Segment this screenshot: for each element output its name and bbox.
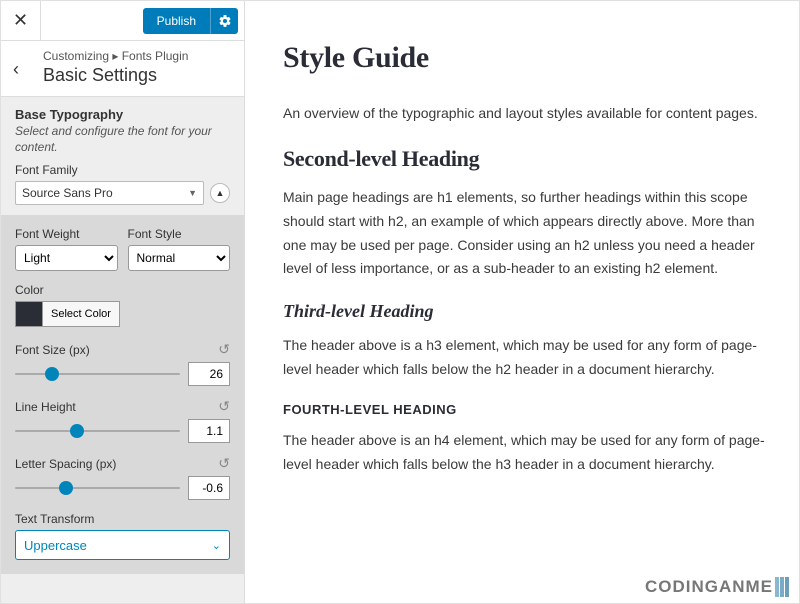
- breadcrumb: ‹ Customizing ▸ Fonts Plugin Basic Setti…: [1, 41, 244, 97]
- line-height-slider[interactable]: [15, 430, 180, 432]
- back-button[interactable]: ‹: [13, 49, 37, 80]
- select-color-button[interactable]: Select Color: [43, 301, 120, 327]
- text-transform-value: Uppercase: [24, 538, 87, 553]
- letter-spacing-label: Letter Spacing (px): [15, 457, 116, 471]
- color-swatch[interactable]: [15, 301, 43, 327]
- customizer-sidebar: ✕ Publish ‹ Customizing ▸ Fonts Plugin B…: [1, 1, 245, 603]
- base-typography-section: Base Typography Select and configure the…: [1, 97, 244, 215]
- publish-button[interactable]: Publish: [143, 8, 210, 34]
- line-height-input[interactable]: [188, 419, 230, 443]
- breadcrumb-path: Customizing ▸ Fonts Plugin: [43, 49, 232, 63]
- letter-spacing-slider[interactable]: [15, 487, 180, 489]
- preview-p4: The header above is an h4 element, which…: [283, 429, 769, 477]
- watermark-bars-icon: [775, 577, 789, 597]
- font-size-slider[interactable]: [15, 373, 180, 375]
- font-size-input[interactable]: [188, 362, 230, 386]
- preview-pane: Style Guide An overview of the typograph…: [245, 1, 799, 603]
- text-transform-label: Text Transform: [15, 512, 230, 526]
- font-size-label: Font Size (px): [15, 343, 90, 357]
- reset-icon[interactable]: ↺: [218, 398, 230, 415]
- gear-icon: [218, 14, 232, 28]
- section-description: Select and configure the font for your c…: [15, 124, 230, 155]
- font-family-label: Font Family: [15, 163, 230, 177]
- font-style-select[interactable]: Normal: [128, 245, 231, 271]
- line-height-label: Line Height: [15, 400, 76, 414]
- page-title: Basic Settings: [43, 65, 232, 86]
- preview-intro: An overview of the typographic and layou…: [283, 103, 769, 124]
- collapse-button[interactable]: ▲: [210, 183, 230, 203]
- preview-h1: Style Guide: [283, 41, 769, 75]
- reset-icon[interactable]: ↺: [218, 341, 230, 358]
- text-transform-select[interactable]: Uppercase ⌄: [15, 530, 230, 560]
- section-heading: Base Typography: [15, 107, 230, 122]
- settings-button[interactable]: [210, 8, 238, 34]
- font-weight-select[interactable]: Light: [15, 245, 118, 271]
- preview-p3: The header above is a h3 element, which …: [283, 334, 769, 382]
- letter-spacing-input[interactable]: [188, 476, 230, 500]
- preview-h3: Third-level Heading: [283, 301, 769, 322]
- watermark: CODINGANME: [645, 577, 789, 597]
- reset-icon[interactable]: ↺: [218, 455, 230, 472]
- font-family-select[interactable]: Source Sans Pro ▼: [15, 181, 204, 205]
- chevron-down-icon: ⌄: [212, 539, 221, 552]
- watermark-text: CODINGANME: [645, 577, 773, 597]
- chevron-up-icon: ▲: [216, 188, 225, 198]
- preview-h2: Second-level Heading: [283, 146, 769, 172]
- chevron-down-icon: ▼: [188, 188, 197, 198]
- preview-h4: Fourth-Level Heading: [283, 402, 769, 417]
- close-button[interactable]: ✕: [1, 1, 41, 41]
- color-label: Color: [15, 283, 230, 297]
- advanced-panel: Font Weight Light Font Style Normal Colo…: [1, 215, 244, 574]
- topbar: ✕ Publish: [1, 1, 244, 41]
- font-family-value: Source Sans Pro: [22, 186, 113, 200]
- font-weight-label: Font Weight: [15, 227, 118, 241]
- preview-p2: Main page headings are h1 elements, so f…: [283, 186, 769, 281]
- font-style-label: Font Style: [128, 227, 231, 241]
